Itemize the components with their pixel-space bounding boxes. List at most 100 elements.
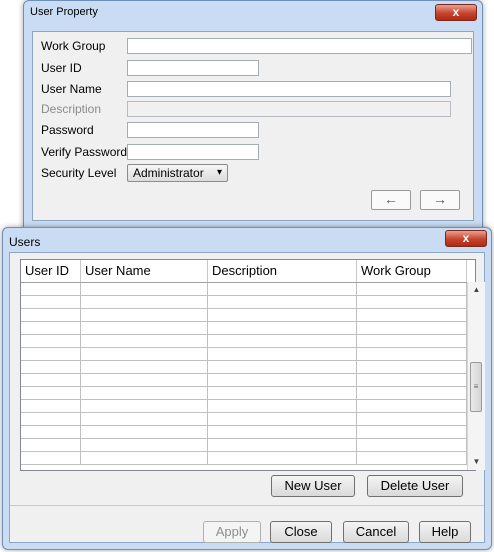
table-cell[interactable] (21, 374, 81, 386)
table-cell[interactable] (21, 400, 81, 412)
users-body: User ID User Name Description Work Group… (9, 252, 485, 543)
user-name-field[interactable] (127, 81, 451, 97)
table-cell[interactable] (21, 296, 81, 308)
table-row[interactable] (21, 413, 467, 426)
table-row[interactable] (21, 322, 467, 335)
table-cell[interactable] (81, 361, 208, 373)
users-titlebar[interactable]: Users (3, 228, 491, 252)
table-cell[interactable] (81, 387, 208, 399)
table-cell[interactable] (21, 439, 81, 451)
table-cell[interactable] (21, 309, 81, 321)
password-field[interactable] (127, 122, 259, 138)
users-table: User ID User Name Description Work Group… (20, 259, 485, 471)
table-row[interactable] (21, 361, 467, 374)
table-cell[interactable] (81, 283, 208, 295)
work-group-field[interactable] (127, 38, 472, 54)
scroll-up-icon[interactable]: ▲ (468, 282, 485, 298)
delete-user-button[interactable]: Delete User (367, 475, 463, 497)
table-row[interactable] (21, 348, 467, 361)
table-cell[interactable] (81, 452, 208, 464)
table-cell[interactable] (357, 374, 467, 386)
table-row[interactable] (21, 387, 467, 400)
table-cell[interactable] (81, 426, 208, 438)
table-cell[interactable] (81, 439, 208, 451)
table-row[interactable] (21, 374, 467, 387)
table-cell[interactable] (208, 374, 357, 386)
table-row[interactable] (21, 439, 467, 452)
user-property-titlebar[interactable]: User Property (24, 1, 482, 27)
table-row[interactable] (21, 283, 467, 296)
new-user-button[interactable]: New User (271, 475, 355, 497)
table-cell[interactable] (208, 439, 357, 451)
table-cell[interactable] (357, 335, 467, 347)
table-cell[interactable] (208, 335, 357, 347)
table-cell[interactable] (21, 413, 81, 425)
next-button[interactable]: → (420, 190, 460, 210)
table-cell[interactable] (81, 400, 208, 412)
table-cell[interactable] (208, 296, 357, 308)
table-cell[interactable] (21, 361, 81, 373)
table-cell[interactable] (21, 322, 81, 334)
table-cell[interactable] (81, 322, 208, 334)
scroll-down-icon[interactable]: ▼ (468, 454, 485, 470)
table-cell[interactable] (357, 387, 467, 399)
table-cell[interactable] (208, 348, 357, 360)
table-row[interactable] (21, 400, 467, 413)
verify-password-field[interactable] (127, 144, 259, 160)
table-cell[interactable] (81, 374, 208, 386)
password-label: Password (41, 123, 94, 137)
close-button[interactable]: Close (270, 521, 332, 543)
close-icon[interactable]: x (435, 4, 477, 21)
table-cell[interactable] (208, 400, 357, 412)
previous-button[interactable]: ← (371, 190, 411, 210)
table-cell[interactable] (208, 413, 357, 425)
column-header-user-name[interactable]: User Name (81, 260, 208, 282)
column-header-work-group[interactable]: Work Group (357, 260, 467, 282)
table-cell[interactable] (357, 413, 467, 425)
table-cell[interactable] (357, 296, 467, 308)
table-cell[interactable] (357, 361, 467, 373)
table-cell[interactable] (357, 400, 467, 412)
table-cell[interactable] (208, 426, 357, 438)
table-cell[interactable] (81, 348, 208, 360)
table-cell[interactable] (208, 361, 357, 373)
table-cell[interactable] (208, 322, 357, 334)
column-header-user-id[interactable]: User ID (21, 260, 81, 282)
table-cell[interactable] (357, 322, 467, 334)
table-cell[interactable] (357, 309, 467, 321)
table-cell[interactable] (81, 335, 208, 347)
table-cell[interactable] (81, 413, 208, 425)
table-cell[interactable] (21, 452, 81, 464)
vertical-scrollbar[interactable]: ▲ ≡ ▼ (467, 282, 485, 470)
table-cell[interactable] (357, 439, 467, 451)
close-icon[interactable]: x (445, 230, 487, 247)
scroll-thumb[interactable]: ≡ (470, 362, 482, 412)
table-cell[interactable] (21, 348, 81, 360)
table-row[interactable] (21, 296, 467, 309)
cancel-button[interactable]: Cancel (343, 521, 409, 543)
security-level-dropdown[interactable]: Administrator ▾ (127, 164, 228, 182)
column-header-description[interactable]: Description (208, 260, 357, 282)
table-cell[interactable] (357, 452, 467, 464)
table-row[interactable] (21, 335, 467, 348)
table-cell[interactable] (81, 296, 208, 308)
table-cell[interactable] (21, 283, 81, 295)
table-cell[interactable] (21, 335, 81, 347)
table-cell[interactable] (81, 309, 208, 321)
users-table-header: User ID User Name Description Work Group (21, 260, 467, 283)
user-id-field[interactable] (127, 60, 259, 76)
table-cell[interactable] (357, 283, 467, 295)
table-cell[interactable] (208, 387, 357, 399)
table-row[interactable] (21, 309, 467, 322)
table-row[interactable] (21, 426, 467, 439)
help-button[interactable]: Help (419, 521, 471, 543)
table-row[interactable] (21, 452, 467, 465)
table-cell[interactable] (21, 387, 81, 399)
table-cell[interactable] (357, 426, 467, 438)
table-cell[interactable] (357, 348, 467, 360)
table-cell[interactable] (208, 309, 357, 321)
table-cell[interactable] (208, 452, 357, 464)
user-property-body: Work Group User ID User Name Description… (32, 31, 474, 221)
table-cell[interactable] (21, 426, 81, 438)
table-cell[interactable] (208, 283, 357, 295)
